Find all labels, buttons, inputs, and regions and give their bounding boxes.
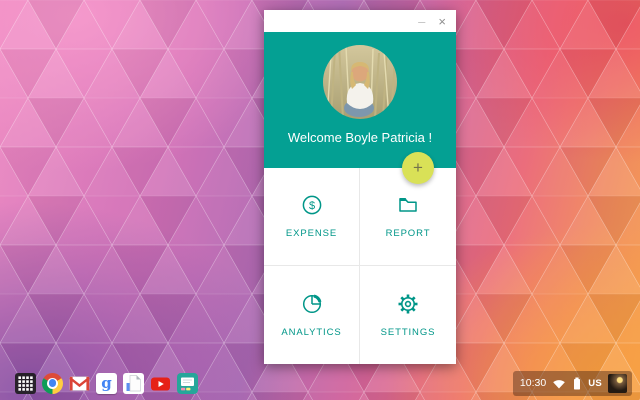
- chrome-core: [49, 379, 57, 387]
- expense-app-icon[interactable]: [177, 373, 198, 394]
- close-button[interactable]: ×: [438, 15, 446, 28]
- google-g-letter: g: [101, 376, 112, 391]
- gmail-icon[interactable]: [69, 373, 90, 394]
- taskbar-shelf: g: [0, 366, 640, 400]
- window-titlebar: – ×: [264, 10, 456, 32]
- system-tray[interactable]: 10:30 US: [513, 371, 632, 396]
- app-launcher-icon[interactable]: [15, 373, 36, 394]
- keyboard-layout-indicator: US: [588, 378, 602, 389]
- gear-icon: [397, 293, 419, 315]
- welcome-text: Welcome Boyle Patricia !: [288, 130, 432, 145]
- menu-item-expense[interactable]: $ EXPENSE: [264, 168, 360, 266]
- app-header: Welcome Boyle Patricia ! +: [264, 32, 456, 168]
- chrome-ring: [42, 373, 63, 394]
- menu-grid: $ EXPENSE REPORT ANALYTICS: [264, 168, 456, 364]
- battery-icon: [572, 377, 582, 390]
- play-button-icon: [150, 373, 171, 394]
- app-window: – ×: [264, 10, 456, 364]
- menu-item-settings[interactable]: SETTINGS: [360, 266, 456, 364]
- menu-item-label: ANALYTICS: [281, 327, 341, 338]
- youtube-icon[interactable]: [150, 373, 171, 394]
- pie-chart-icon: [301, 293, 323, 315]
- menu-item-report[interactable]: REPORT: [360, 168, 456, 266]
- clock: 10:30: [520, 377, 546, 389]
- chrome-icon[interactable]: [42, 373, 63, 394]
- user-avatar: [608, 374, 627, 393]
- envelope-icon: [69, 373, 90, 394]
- cash-register-icon: [177, 373, 198, 394]
- svg-text:$: $: [308, 200, 314, 212]
- shelf-app-icons: g: [15, 373, 198, 394]
- menu-item-label: REPORT: [386, 228, 431, 239]
- grid-launcher-icon: [15, 373, 36, 394]
- menu-item-label: SETTINGS: [381, 327, 436, 338]
- google-search-icon[interactable]: g: [96, 373, 117, 394]
- wifi-icon: [552, 378, 566, 389]
- menu-item-label: EXPENSE: [286, 228, 337, 239]
- add-fab-button[interactable]: +: [402, 152, 434, 184]
- google-docs-icon[interactable]: [123, 373, 144, 394]
- profile-avatar: [323, 45, 397, 119]
- dollar-circle-icon: $: [301, 194, 323, 216]
- profile-photo: [323, 45, 397, 119]
- document-icon: [123, 373, 144, 394]
- minimize-button[interactable]: –: [418, 15, 425, 28]
- menu-item-analytics[interactable]: ANALYTICS: [264, 266, 360, 364]
- folder-icon: [397, 194, 419, 216]
